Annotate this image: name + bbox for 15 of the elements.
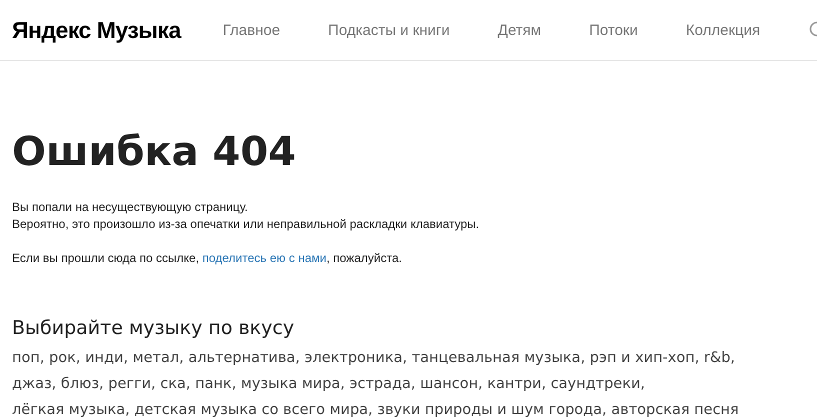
genre-list: поп, рок, инди, метал, альтернатива, электроника, танцевальная музыка, рэп и хип-хоп, r&b, (12, 345, 805, 371)
nav-link[interactable]: Подкасты и книги (328, 22, 450, 38)
error-title: Ошибка 404 (12, 129, 298, 175)
genre-list: джаз, блюз, регги, ска, панк, музыка мира, эстрада, шансон, кантри, саундтреки, (12, 371, 805, 397)
genre-list: лёгкая музыка, детская музыка со всего мира, звуки природы и шум города, авторская песня (12, 397, 805, 417)
share-link[interactable]: поделитесь ею с нами (202, 251, 326, 265)
nav-link[interactable]: Детям (498, 22, 542, 38)
nav-link[interactable]: Коллекция (686, 22, 760, 38)
error-text: Вероятно, это произошло из-за опечатки или неправильной раскладки клавиатуры. (12, 216, 480, 233)
nav-link[interactable]: Потоки (589, 22, 638, 38)
nav-link[interactable]: Главное (222, 22, 280, 38)
error-text: Вы попали на несуществующую страницу. (12, 199, 249, 216)
logo[interactable]: Яндекс Музыка (12, 16, 181, 44)
share-text: Если вы прошли сюда по ссылке, поделитесь ею с нами, пожалуйста. (12, 250, 403, 267)
genres-heading: Выбирайте музыку по вкусу (12, 317, 296, 339)
